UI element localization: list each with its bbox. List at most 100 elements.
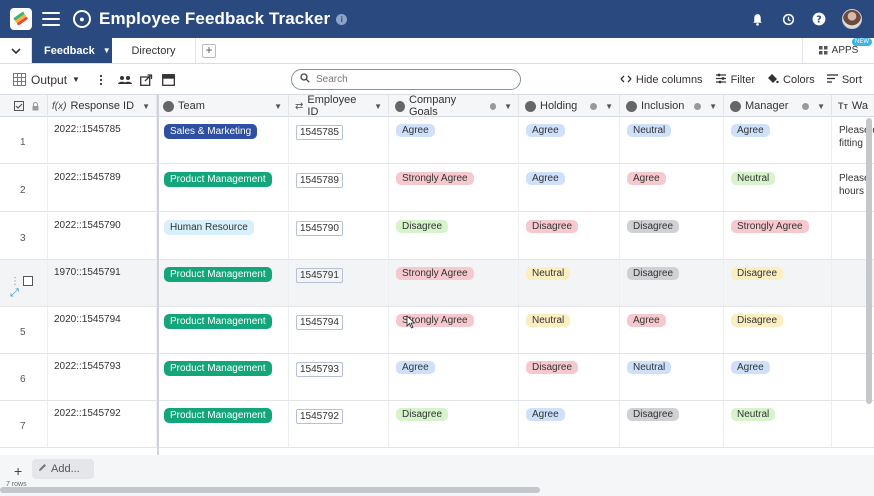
info-icon[interactable]: i xyxy=(336,13,348,25)
info-icon[interactable] xyxy=(802,102,810,110)
response-id-cell[interactable]: 2022::1545789 xyxy=(48,165,157,211)
info-icon[interactable] xyxy=(590,102,598,110)
history-icon[interactable] xyxy=(780,11,796,27)
column-header-holding[interactable]: Holding ▼ xyxy=(519,95,620,117)
inclusion-cell[interactable]: Neutral xyxy=(620,354,724,400)
table-row[interactable]: 7 2022::1545792 Product Management 1545792 D… xyxy=(0,401,874,448)
collaborators-icon[interactable] xyxy=(117,73,132,87)
row-number-cell[interactable]: 2 xyxy=(0,165,48,211)
caret-down-icon[interactable]: ▼ xyxy=(274,102,282,111)
manager-cell[interactable]: Neutral xyxy=(724,165,832,211)
caret-down-icon[interactable]: ▼ xyxy=(374,102,382,111)
colors-button[interactable]: Colors xyxy=(767,73,815,87)
row-number-cell[interactable]: 3 xyxy=(0,213,48,259)
drag-handle-icon[interactable]: ⋮ xyxy=(10,276,20,287)
filter-button[interactable]: Filter xyxy=(715,73,755,87)
table-row[interactable]: 5 2020::1545794 Product Management 1545794 S… xyxy=(0,307,874,354)
employee-id-cell[interactable]: 1545789 xyxy=(289,165,389,211)
manager-cell[interactable]: Agree xyxy=(724,117,832,163)
table-row[interactable]: 2 2022::1545789 Product Management 1545789 S… xyxy=(0,165,874,212)
response-id-cell[interactable]: 2022::1545785 xyxy=(48,117,157,163)
help-icon[interactable]: ? xyxy=(811,11,827,27)
holding-cell[interactable]: Disagree xyxy=(519,354,620,400)
row-number-cell[interactable]: ⋮⤢ xyxy=(0,260,48,306)
employee-id-cell[interactable]: 1545792 xyxy=(289,401,389,447)
row-number-cell[interactable]: 5 xyxy=(0,307,48,353)
row-number-cell[interactable]: 1 xyxy=(0,117,48,163)
team-cell[interactable]: Product Management xyxy=(157,307,289,353)
team-cell[interactable]: Product Management xyxy=(157,354,289,400)
company-goals-cell[interactable]: Disagree xyxy=(389,401,519,447)
inclusion-cell[interactable]: Disagree xyxy=(620,260,724,306)
caret-down-icon[interactable]: ▼ xyxy=(817,102,825,111)
users-icon[interactable]: ● xyxy=(73,10,91,28)
response-id-cell[interactable]: 2020::1545794 xyxy=(48,307,157,353)
team-cell[interactable]: Human Resource xyxy=(157,213,289,259)
table-row[interactable]: 6 2022::1545793 Product Management 1545793 A… xyxy=(0,354,874,401)
column-header-response-id[interactable]: f(x) Response ID ▼ xyxy=(48,95,157,117)
manager-cell[interactable]: Disagree xyxy=(724,260,832,306)
holding-cell[interactable]: Agree xyxy=(519,401,620,447)
caret-down-icon[interactable]: ▼ xyxy=(504,102,512,111)
user-avatar[interactable] xyxy=(842,9,862,29)
table-row[interactable]: 1 2022::1545785 Sales & Marketing 1545785 Ag… xyxy=(0,117,874,164)
frozen-column-divider[interactable] xyxy=(157,95,159,487)
caret-down-icon[interactable]: ▼ xyxy=(142,102,150,111)
manager-cell[interactable]: Disagree xyxy=(724,307,832,353)
holding-cell[interactable]: Neutral xyxy=(519,260,620,306)
horizontal-scrollbar[interactable] xyxy=(0,487,540,493)
inclusion-cell[interactable]: Disagree xyxy=(620,401,724,447)
search-box[interactable] xyxy=(291,69,521,90)
employee-id-cell[interactable]: 1545785 xyxy=(289,117,389,163)
chevron-down-icon[interactable] xyxy=(0,38,32,63)
holding-cell[interactable]: Agree xyxy=(519,165,620,211)
holding-cell[interactable]: Agree xyxy=(519,117,620,163)
caret-down-icon[interactable]: ▼ xyxy=(709,102,717,111)
table-row[interactable]: ⋮⤢ 1970::1545791 Product Management 1545791… xyxy=(0,260,874,307)
column-header-manager[interactable]: Manager ▼ xyxy=(724,95,832,117)
employee-id-cell[interactable]: 1545793 xyxy=(289,354,389,400)
team-cell[interactable]: Product Management xyxy=(157,401,289,447)
company-goals-cell[interactable]: Strongly Agree xyxy=(389,260,519,306)
company-goals-cell[interactable]: Agree xyxy=(389,117,519,163)
menu-icon[interactable] xyxy=(42,12,60,26)
holding-cell[interactable]: Disagree xyxy=(519,213,620,259)
add-row-icon[interactable]: + xyxy=(14,463,22,479)
add-row-button[interactable]: Add... xyxy=(32,459,94,479)
team-cell[interactable]: Product Management xyxy=(157,165,289,211)
apps-button[interactable]: APPS NEW xyxy=(802,38,874,63)
company-goals-cell[interactable]: Agree xyxy=(389,354,519,400)
tab-directory[interactable]: Directory xyxy=(112,38,196,63)
team-cell[interactable]: Sales & Marketing xyxy=(157,117,289,163)
employee-id-cell[interactable]: 1545791 xyxy=(289,260,389,306)
inclusion-cell[interactable]: Neutral xyxy=(620,117,724,163)
manager-cell[interactable]: Agree xyxy=(724,354,832,400)
info-icon[interactable] xyxy=(489,102,497,110)
share-icon[interactable] xyxy=(140,73,154,87)
inclusion-cell[interactable]: Agree xyxy=(620,307,724,353)
manager-cell[interactable]: Neutral xyxy=(724,401,832,447)
search-input[interactable] xyxy=(316,74,506,85)
column-header-company-goals[interactable]: Company Goals ▼ xyxy=(389,94,519,118)
caret-down-icon[interactable]: ▼ xyxy=(103,46,111,55)
view-selector[interactable]: Output ▼ xyxy=(12,73,80,87)
select-all-checkbox[interactable] xyxy=(14,101,24,111)
response-id-cell[interactable]: 2022::1545792 xyxy=(48,401,157,447)
hide-columns-button[interactable]: Hide columns xyxy=(620,74,703,87)
app-logo-icon[interactable] xyxy=(10,8,32,30)
tab-feedback[interactable]: Feedback ▼ xyxy=(32,38,112,63)
expand-row-icon[interactable]: ⤢ xyxy=(10,287,19,299)
response-id-cell[interactable]: 2022::1545793 xyxy=(48,354,157,400)
wa-cell[interactable] xyxy=(832,401,874,447)
caret-down-icon[interactable]: ▼ xyxy=(605,102,613,111)
info-icon[interactable] xyxy=(694,102,702,110)
vertical-scrollbar[interactable] xyxy=(866,118,872,404)
toggle-panel-icon[interactable] xyxy=(162,73,176,87)
holding-cell[interactable]: Neutral xyxy=(519,307,620,353)
company-goals-cell[interactable]: Disagree xyxy=(389,213,519,259)
add-tab-button[interactable]: + xyxy=(202,44,216,58)
row-number-cell[interactable]: 6 xyxy=(0,354,48,400)
response-id-cell[interactable]: 2022::1545790 xyxy=(48,213,157,259)
sort-button[interactable]: Sort xyxy=(826,74,862,86)
company-goals-cell[interactable]: Strongly Agree xyxy=(389,165,519,211)
